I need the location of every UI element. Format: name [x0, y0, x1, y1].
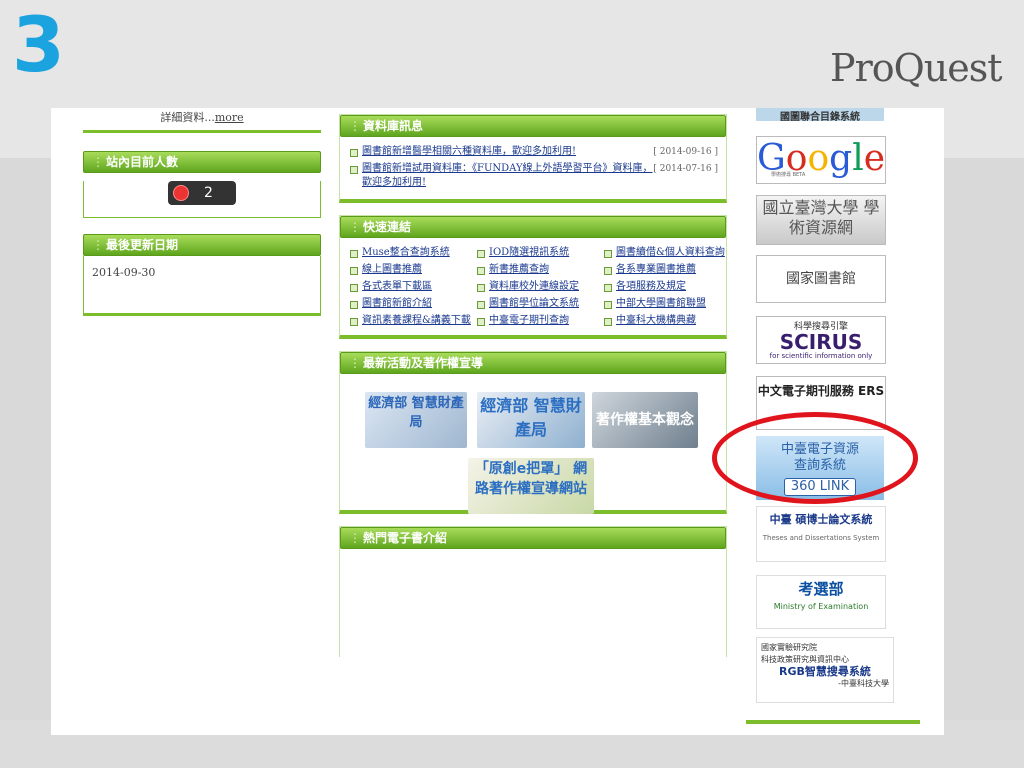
copyright-basics-banner[interactable]: 著作權基本觀念 [592, 392, 698, 448]
quick-links-grid: Muse整合查詢系統 IOD隨選視訊系統 圖書續借&個人資料查詢 線上圖書推薦 … [340, 238, 726, 335]
quick-link[interactable]: 中部大學圖書館聯盟 [602, 297, 725, 310]
highlight-oval [712, 412, 918, 504]
rgb-banner[interactable]: 國家實驗研究院 科技政策研究與資訊中心 RGB智慧搜尋系統 -中臺科技大學 [756, 637, 894, 703]
quick-link[interactable]: 圖書續借&個人資料查詢 [602, 246, 725, 259]
updated-box: 2014-09-30 [83, 256, 321, 316]
db-news-list: 圖書館新增醫學相關六種資料庫，歡迎多加利用![ 2014-09-16 ] 圖書館… [340, 137, 726, 199]
quick-links-header: 快速連結 [340, 216, 726, 238]
visitors-box: 2 [83, 181, 321, 218]
quick-link[interactable]: Muse整合查詢系統 [348, 246, 471, 259]
rgb-line4: -中臺科技大學 [838, 679, 889, 688]
ipo-banner-2[interactable]: 經濟部 智慧財產局 [477, 392, 585, 448]
quick-link[interactable]: 資訊素養課程&講義下載 [348, 314, 471, 327]
updated-header: 最後更新日期 [83, 234, 321, 256]
exam-sub: Ministry of Examination [773, 602, 869, 611]
more-box: 詳細資料...more [83, 108, 321, 133]
scirus-banner[interactable]: 科學搜尋引擎 SCIRUS for scientific information… [756, 316, 886, 364]
proquest-logo: ProQuest . [826, 42, 1002, 112]
quick-link[interactable]: 中臺科大機構典藏 [602, 314, 725, 327]
exam-title: 考選部 [798, 580, 844, 598]
quick-link[interactable]: 資料庫校外連線設定 [475, 280, 598, 293]
thesis-title: 中臺 碩博士論文系統 [769, 513, 873, 526]
slide-number: 3 [12, 0, 65, 89]
quick-link[interactable]: 各項服務及規定 [602, 280, 725, 293]
quick-link[interactable]: 圖書館學位論文系統 [475, 297, 598, 310]
ncl-banner[interactable]: 國家圖書館 [756, 255, 886, 303]
more-dots: ... [204, 111, 215, 124]
news-date: [ 2014-09-16 ] [653, 147, 718, 157]
more-link[interactable]: more [215, 111, 244, 124]
union-catalog-banner[interactable]: 國圖聯合目錄系統 [756, 108, 884, 121]
logo-text: ProQuest [830, 46, 1002, 90]
scirus-name: SCIRUS [779, 330, 863, 354]
quick-link[interactable]: 線上圖書推薦 [348, 263, 471, 276]
google-scholar-banner[interactable]: Google 學術搜尋 BETA [756, 136, 886, 184]
thesis-sub: Theses and Dissertations System [762, 534, 880, 542]
quick-link[interactable]: IOD隨選視訊系統 [475, 246, 598, 259]
db-news-header: 資料庫訊息 [340, 115, 726, 137]
ncl-text: 國家圖書館 [786, 271, 856, 287]
rgb-line1: 國家實驗研究院 [761, 643, 817, 652]
db-news-section: 資料庫訊息 圖書館新增醫學相關六種資料庫，歡迎多加利用![ 2014-09-16… [339, 114, 727, 203]
ntu-academic-banner[interactable]: 國立臺灣大學 學術資源網 [756, 195, 886, 245]
exam-banner[interactable]: 考選部 Ministry of Examination [756, 575, 886, 629]
news-date: [ 2014-07-16 ] [653, 164, 718, 174]
quick-link[interactable]: 各式表單下載區 [348, 280, 471, 293]
quick-link[interactable]: 圖書館新館介紹 [348, 297, 471, 310]
quick-link[interactable]: 新書推薦查詢 [475, 263, 598, 276]
quick-links-section: 快速連結 Muse整合查詢系統 IOD隨選視訊系統 圖書續借&個人資料查詢 線上… [339, 215, 727, 339]
visitor-counter: 2 [168, 181, 236, 205]
activities-banners: 經濟部 智慧財產局 經濟部 智慧財產局 著作權基本觀念 「原創e把罩」 網路著作… [340, 374, 726, 514]
google-sub: 學術搜尋 BETA [771, 172, 806, 178]
ebooks-header: 熱門電子書介紹 [340, 527, 726, 549]
news-item[interactable]: 圖書館新增醫學相關六種資料庫，歡迎多加利用![ 2014-09-16 ] [348, 145, 718, 159]
quick-link[interactable]: 中臺電子期刊查詢 [475, 314, 598, 327]
visitor-count: 2 [204, 185, 213, 201]
logo-mark: . [978, 62, 982, 73]
visitors-header: 站內目前人數 [83, 151, 321, 173]
ebooks-section: 熱門電子書介紹 [339, 526, 727, 657]
more-label: 詳細資料 [160, 111, 205, 124]
person-icon [173, 185, 189, 201]
activities-section: 最新活動及著作權宣導 經濟部 智慧財產局 經濟部 智慧財產局 著作權基本觀念 「… [339, 351, 727, 514]
ipo-banner-1[interactable]: 經濟部 智慧財產局 [365, 392, 467, 448]
updated-date: 2014-09-30 [92, 266, 156, 279]
rgb-line3: RGB智慧搜尋系統 [779, 665, 871, 678]
quick-link[interactable]: 各系專業圖書推薦 [602, 263, 725, 276]
activities-header: 最新活動及著作權宣導 [340, 352, 726, 374]
main-column: 資料庫訊息 圖書館新增醫學相關六種資料庫，歡迎多加利用![ 2014-09-16… [339, 108, 727, 669]
left-column: 詳細資料...more 站內目前人數 2 最後更新日期 2014-09-30 [83, 108, 321, 316]
scirus-tagline: for scientific information only [769, 352, 873, 360]
news-item[interactable]: 圖書館新增試用資料庫：《FUNDAY線上外語學習平台》資料庫，歡迎多加利用![ … [348, 162, 718, 190]
original-e-banner[interactable]: 「原創e把罩」 網路著作權宣導網站 [468, 458, 594, 514]
thesis-banner[interactable]: 中臺 碩博士論文系統 Theses and Dissertations Syst… [756, 506, 886, 562]
